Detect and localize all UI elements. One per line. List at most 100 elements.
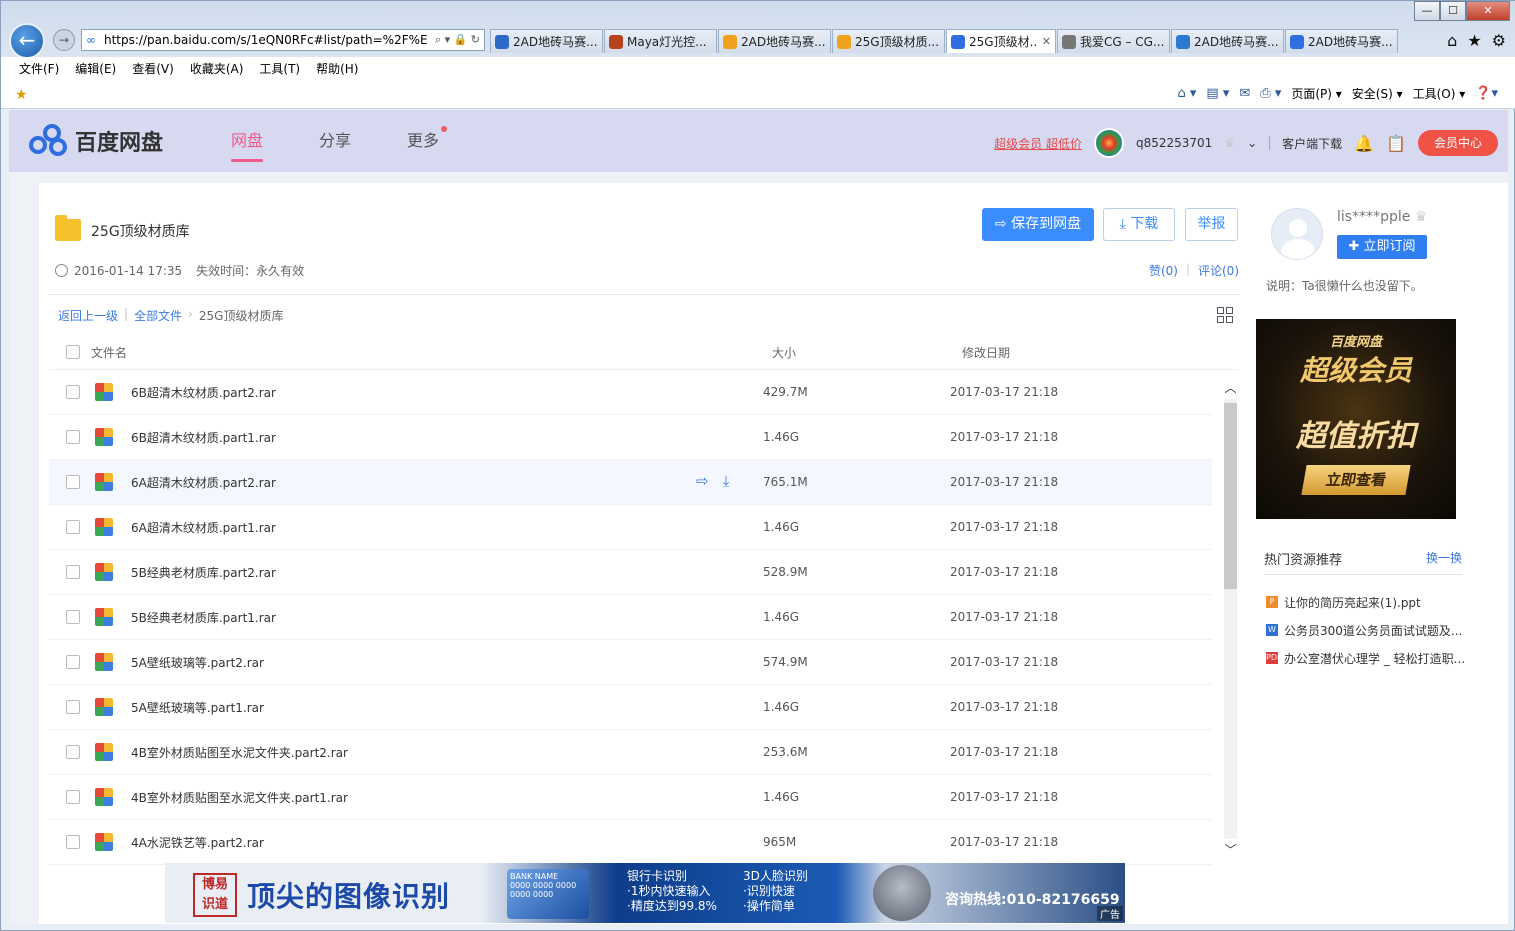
sharer-name[interactable]: lis****pple bbox=[1337, 209, 1410, 225]
breadcrumb-back[interactable]: 返回上一级 bbox=[58, 307, 118, 324]
site-logo[interactable]: 百度网盘 bbox=[29, 124, 163, 158]
close-window-button[interactable]: ✕ bbox=[1466, 1, 1510, 21]
file-row[interactable]: 5A壁纸玻璃等.part2.rar 574.9M 2017-03-17 21:18 bbox=[49, 640, 1212, 685]
forward-arrow-icon[interactable]: → bbox=[53, 29, 75, 51]
add-favorite-star-icon[interactable]: ★ bbox=[15, 87, 28, 103]
select-all-checkbox[interactable] bbox=[66, 345, 80, 359]
file-name[interactable]: 5B经典老材质库.part1.rar bbox=[131, 609, 276, 626]
back-arrow-icon[interactable]: ← bbox=[9, 23, 45, 59]
breadcrumb-all-files[interactable]: 全部文件 bbox=[134, 307, 182, 324]
nav-item-netdisk[interactable]: 网盘 bbox=[231, 110, 264, 172]
file-checkbox[interactable] bbox=[66, 655, 80, 669]
file-checkbox[interactable] bbox=[66, 700, 80, 714]
refresh-recommendations-link[interactable]: 换一换 bbox=[1426, 549, 1462, 566]
browser-tab[interactable]: 25G顶级材... ✕ bbox=[946, 29, 1056, 53]
file-name[interactable]: 6A超清木纹材质.part1.rar bbox=[131, 519, 276, 536]
sharer-avatar[interactable] bbox=[1271, 208, 1323, 260]
menu-item[interactable]: 收藏夹(A) bbox=[190, 60, 244, 77]
vip-ad[interactable]: 百度网盘 超级会员 超值折扣 立即查看 bbox=[1256, 319, 1456, 519]
file-row[interactable]: 6A超清木纹材质.part1.rar 1.46G 2017-03-17 21:18 bbox=[49, 505, 1212, 550]
maximize-button[interactable]: ☐ bbox=[1440, 1, 1466, 21]
grid-view-icon[interactable] bbox=[1217, 307, 1233, 323]
file-checkbox[interactable] bbox=[66, 430, 80, 444]
nav-item-more[interactable]: 更多 bbox=[407, 110, 448, 172]
menu-item[interactable]: 帮助(H) bbox=[316, 60, 358, 77]
bell-icon[interactable]: 🔔 bbox=[1354, 134, 1374, 153]
help-icon[interactable]: ❓▾ bbox=[1475, 86, 1498, 101]
comment-link[interactable]: 评论(0) bbox=[1198, 262, 1239, 279]
settings-gear-icon[interactable]: ⚙ bbox=[1492, 31, 1506, 50]
rss-feed-icon[interactable]: ▤ ▾ bbox=[1206, 86, 1229, 101]
safety-menu[interactable]: 安全(S) ▾ bbox=[1352, 85, 1403, 102]
file-checkbox[interactable] bbox=[66, 520, 80, 534]
file-name[interactable]: 6B超清木纹材质.part2.rar bbox=[131, 384, 276, 401]
file-row[interactable]: 6A超清木纹材质.part2.rar ⇨ ⤓ 765.1M 2017-03-17 21:… bbox=[49, 460, 1212, 505]
user-avatar[interactable] bbox=[1093, 128, 1124, 158]
file-row[interactable]: 5B经典老材质库.part2.rar 528.9M 2017-03-17 21:18 bbox=[49, 550, 1212, 595]
file-row[interactable]: 4A水泥铁艺等.part2.rar 965M 2017-03-17 21:18 bbox=[49, 820, 1212, 865]
browser-tab[interactable]: 2AD地砖马赛... bbox=[1171, 29, 1284, 53]
print-icon[interactable]: ⎙ ▾ bbox=[1260, 86, 1281, 101]
save-to-netdisk-icon[interactable]: ⇨ bbox=[696, 472, 709, 490]
username[interactable]: q852253701 bbox=[1136, 136, 1212, 150]
file-checkbox[interactable] bbox=[66, 790, 80, 804]
address-bar[interactable]: ∞ https://pan.baidu.com/s/1eQN0RFc#list/… bbox=[81, 29, 485, 51]
column-size[interactable]: 大小 bbox=[772, 344, 796, 361]
address-url[interactable]: https://pan.baidu.com/s/1eQN0RFc#list/pa… bbox=[104, 33, 431, 47]
favorites-star-icon[interactable]: ★ bbox=[1467, 31, 1481, 50]
scroll-thumb[interactable] bbox=[1224, 403, 1237, 589]
file-row[interactable]: 6B超清木纹材质.part2.rar 429.7M 2017-03-17 21:18 bbox=[49, 370, 1212, 415]
member-center-button[interactable]: 会员中心 bbox=[1417, 130, 1498, 156]
file-name[interactable]: 5A壁纸玻璃等.part2.rar bbox=[131, 654, 264, 671]
clipboard-icon[interactable]: 📋 bbox=[1386, 134, 1406, 153]
home-icon[interactable]: ⌂ bbox=[1447, 31, 1457, 50]
browser-tab[interactable]: 我爱CG – CG... bbox=[1057, 29, 1170, 53]
menu-item[interactable]: 编辑(E) bbox=[75, 60, 116, 77]
home-icon[interactable]: ⌂ ▾ bbox=[1178, 86, 1197, 101]
hot-resource-item[interactable]: P 让你的简历亮起来(1).ppt bbox=[1266, 588, 1466, 616]
file-checkbox[interactable] bbox=[66, 835, 80, 849]
file-name[interactable]: 6A超清木纹材质.part2.rar bbox=[131, 474, 276, 491]
file-row[interactable]: 5A壁纸玻璃等.part1.rar 1.46G 2017-03-17 21:18 bbox=[49, 685, 1212, 730]
chevron-down-icon[interactable]: ﹀ bbox=[1222, 841, 1239, 859]
download-icon[interactable]: ⤓ bbox=[723, 472, 730, 490]
hot-resource-item[interactable]: PDF 办公室潜伏心理学 _ 轻松打造职... bbox=[1266, 644, 1466, 672]
close-tab-icon[interactable]: ✕ bbox=[1042, 31, 1051, 53]
subscribe-button[interactable]: ✚ 立即订阅 bbox=[1337, 235, 1427, 259]
file-row[interactable]: 6B超清木纹材质.part1.rar 1.46G 2017-03-17 21:18 bbox=[49, 415, 1212, 460]
report-button[interactable]: 举报 bbox=[1185, 208, 1238, 241]
file-name[interactable]: 6B超清木纹材质.part1.rar bbox=[131, 429, 276, 446]
file-name[interactable]: 5A壁纸玻璃等.part1.rar bbox=[131, 699, 264, 716]
file-name[interactable]: 4B室外材质贴图至水泥文件夹.part2.rar bbox=[131, 744, 348, 761]
column-modified[interactable]: 修改日期 bbox=[962, 344, 1010, 361]
browser-tab[interactable]: 2AD地砖马赛... bbox=[1285, 29, 1398, 53]
chevron-down-icon[interactable]: ⌄ bbox=[1247, 136, 1257, 150]
file-row[interactable]: 4B室外材质贴图至水泥文件夹.part1.rar 1.46G 2017-03-17 … bbox=[49, 775, 1212, 820]
vip-ad-cta-button[interactable]: 立即查看 bbox=[1301, 465, 1411, 495]
chevron-up-icon[interactable]: ︿ bbox=[1222, 379, 1239, 397]
vip-promo-link[interactable]: 超级会员 超低价 bbox=[994, 135, 1082, 152]
menu-item[interactable]: 文件(F) bbox=[19, 60, 59, 77]
browser-tab[interactable]: 2AD地砖马赛... bbox=[490, 29, 603, 53]
file-list-scrollbar[interactable]: ︿ ﹀ bbox=[1222, 379, 1239, 859]
menu-item[interactable]: 工具(T) bbox=[259, 60, 300, 77]
minimize-button[interactable]: — bbox=[1414, 1, 1440, 21]
nav-item-share[interactable]: 分享 bbox=[319, 110, 351, 172]
tools-menu[interactable]: 工具(O) ▾ bbox=[1413, 85, 1466, 102]
column-name[interactable]: 文件名 bbox=[91, 344, 127, 361]
file-checkbox[interactable] bbox=[66, 475, 80, 489]
file-checkbox[interactable] bbox=[66, 565, 80, 579]
file-name[interactable]: 5B经典老材质库.part2.rar bbox=[131, 564, 276, 581]
address-tools[interactable]: ⌕ ▾ 🔒 ↻ bbox=[431, 33, 484, 47]
file-row[interactable]: 5B经典老材质库.part1.rar 1.46G 2017-03-17 21:18 bbox=[49, 595, 1212, 640]
file-row[interactable]: 4B室外材质贴图至水泥文件夹.part2.rar 253.6M 2017-03-17… bbox=[49, 730, 1212, 775]
mail-icon[interactable]: ✉ bbox=[1239, 86, 1250, 101]
file-checkbox[interactable] bbox=[66, 385, 80, 399]
ad-banner[interactable]: 博易 识道 顶尖的图像识别 BANK NAME 0000 0000 0000 0… bbox=[165, 863, 1125, 923]
download-button[interactable]: ⤓ 下载 bbox=[1103, 208, 1175, 241]
file-checkbox[interactable] bbox=[66, 745, 80, 759]
file-name[interactable]: 4A水泥铁艺等.part2.rar bbox=[131, 834, 264, 851]
file-name[interactable]: 4B室外材质贴图至水泥文件夹.part1.rar bbox=[131, 789, 348, 806]
browser-tab[interactable]: 25G顶级材质... bbox=[832, 29, 945, 53]
browser-tab[interactable]: 2AD地砖马赛... bbox=[718, 29, 831, 53]
